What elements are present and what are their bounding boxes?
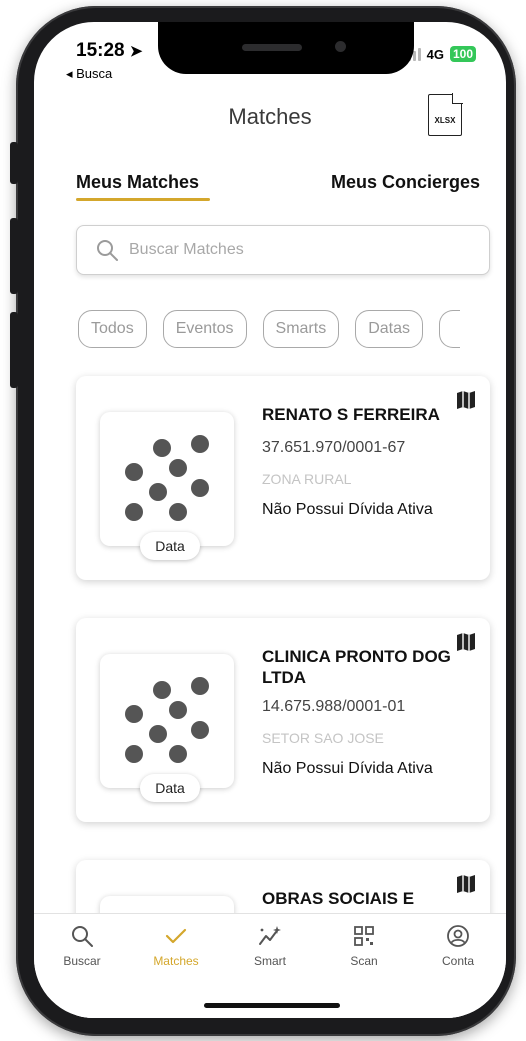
nav-label: Buscar (63, 954, 101, 968)
status-time-text: 15:28 (76, 40, 125, 61)
company-name: RENATO S FERREIRA (262, 405, 440, 424)
nav-buscar[interactable]: Buscar (42, 924, 122, 968)
nav-smart[interactable]: Smart (230, 924, 310, 968)
filter-chip-more[interactable] (438, 310, 460, 348)
company-name: CLINICA PRONTO DOG LTDA (262, 647, 451, 687)
bottom-tab-bar: Buscar Matches Smart Scan Conta (34, 913, 506, 1018)
search-input[interactable] (127, 240, 431, 260)
match-card[interactable]: Data RENATO S FERREIRA 37.651.970/0001-6… (76, 376, 490, 580)
volume-up-button (10, 218, 18, 294)
match-card[interactable]: Data CLINICA PRONTO DOG LTDA 14.675.988/… (76, 618, 490, 822)
battery-icon: 100 (449, 46, 476, 62)
nav-matches[interactable]: Matches (136, 924, 216, 968)
volume-down-button (10, 312, 18, 388)
home-indicator[interactable] (204, 1003, 340, 1008)
match-info: CLINICA PRONTO DOG LTDA 14.675.988/0001-… (262, 646, 468, 778)
status-time: 15:28 ➤ (76, 40, 142, 62)
company-logo: Data (100, 654, 234, 802)
tab-meus-matches[interactable]: Meus Matches (76, 172, 199, 193)
mute-switch (10, 142, 18, 184)
source-badge: Data (140, 532, 200, 560)
back-to-app-link[interactable]: ◂ Busca (66, 66, 112, 82)
match-info: RENATO S FERREIRA 37.651.970/0001-67 ZON… (262, 404, 468, 519)
app-screen: 15:28 ➤ ◂ Busca 4G 100 Matches XLSX Meus… (34, 22, 506, 1018)
debt-status: Não Possui Dívida Ativa (262, 501, 433, 518)
filter-chip-smarts[interactable]: Smarts (262, 310, 340, 348)
nav-scan[interactable]: Scan (324, 924, 404, 968)
user-circle-icon (447, 925, 469, 947)
search-icon (97, 240, 118, 261)
speaker-grille (242, 44, 302, 51)
data-logo-icon (125, 435, 209, 521)
debt-status: Não Possui Dívida Ativa (262, 760, 433, 777)
data-logo-icon (125, 677, 209, 763)
location-arrow-icon: ➤ (129, 43, 143, 60)
tab-meus-concierges[interactable]: Meus Concierges (331, 172, 480, 193)
front-camera (335, 41, 346, 52)
filter-chip-eventos[interactable]: Eventos (162, 310, 247, 348)
check-icon (165, 928, 187, 944)
nav-conta[interactable]: Conta (418, 924, 498, 968)
company-cnpj: 14.675.988/0001-01 (262, 698, 406, 715)
company-address: SETOR SAO JOSE (262, 730, 384, 746)
filter-chips: Todos Eventos Smarts Datas (78, 310, 460, 348)
active-tab-indicator (76, 198, 210, 201)
sparkle-trend-icon (259, 926, 281, 945)
company-address: ZONA RURAL (262, 471, 352, 487)
nav-label: Scan (350, 954, 378, 968)
nav-label: Conta (441, 954, 475, 968)
search-box[interactable] (76, 225, 490, 275)
qr-code-icon (354, 926, 374, 946)
filter-chip-todos[interactable]: Todos (78, 310, 147, 348)
export-xlsx-button[interactable]: XLSX (428, 93, 463, 136)
source-badge: Data (140, 774, 200, 802)
nav-label: Matches (153, 954, 199, 968)
search-icon (72, 926, 93, 947)
nav-label: Smart (253, 954, 286, 968)
filter-chip-datas[interactable]: Datas (355, 310, 423, 348)
company-cnpj: 37.651.970/0001-67 (262, 439, 406, 456)
company-logo: Data (100, 412, 234, 560)
device-notch (158, 22, 414, 74)
network-label: 4G (426, 46, 444, 62)
